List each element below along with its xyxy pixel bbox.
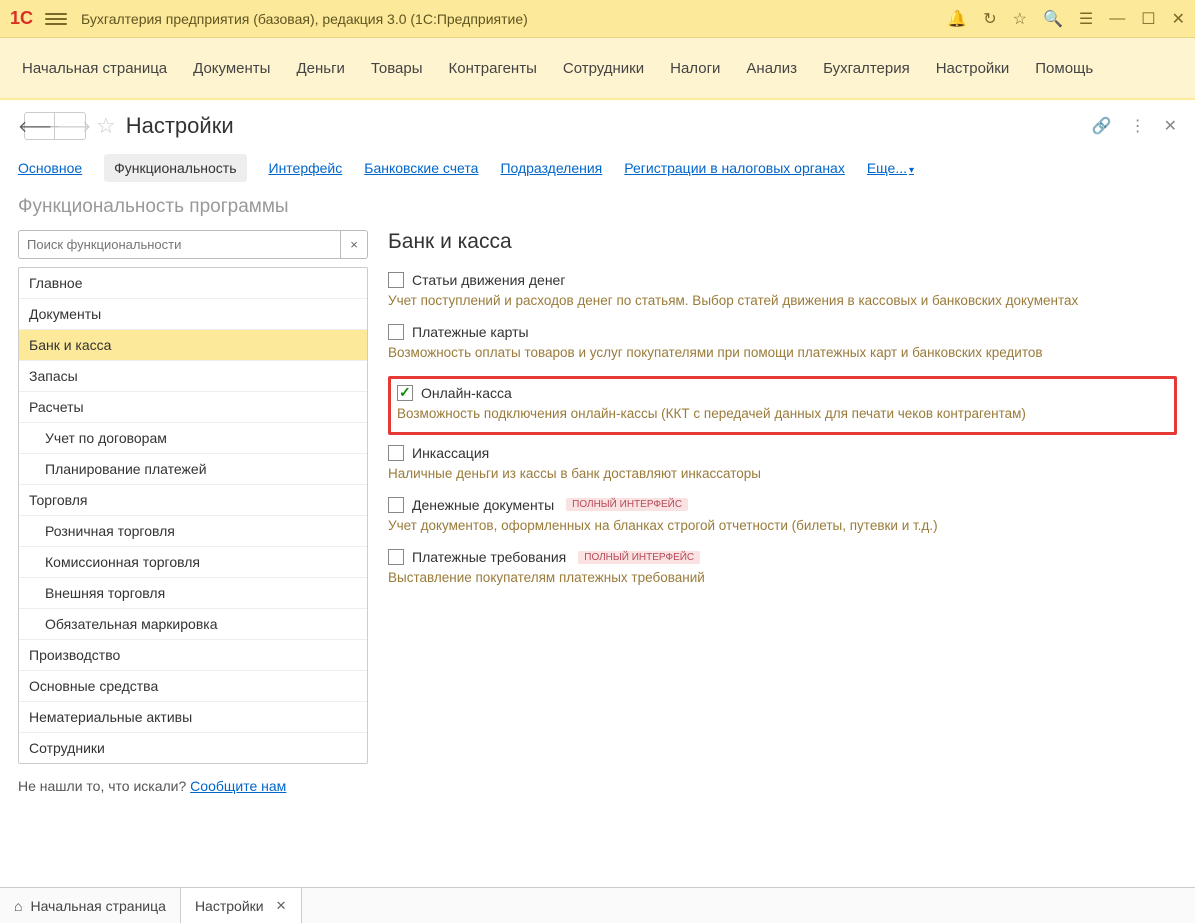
checkbox[interactable] xyxy=(388,497,404,513)
nav-home[interactable]: Начальная страница xyxy=(22,60,167,77)
link-icon[interactable]: 🔗 xyxy=(1092,116,1112,136)
bottom-tabs: ⌂ Начальная страница Настройки ✕ xyxy=(0,887,1195,923)
checkbox[interactable] xyxy=(388,549,404,565)
titlebar: 1C Бухгалтерия предприятия (базовая), ре… xyxy=(0,0,1195,38)
history-icon[interactable]: ↻ xyxy=(983,9,996,29)
tree-item[interactable]: Внешняя торговля xyxy=(19,578,367,609)
setting-label: Платежные карты xyxy=(412,324,529,340)
setting-description: Учет документов, оформленных на бланках … xyxy=(388,517,1177,535)
tree-item[interactable]: Учет по договорам xyxy=(19,423,367,454)
tree-item[interactable]: Комиссионная торговля xyxy=(19,547,367,578)
tree-item[interactable]: Розничная торговля xyxy=(19,516,367,547)
report-link[interactable]: Сообщите нам xyxy=(190,778,286,794)
setting-label: Онлайн-касса xyxy=(421,385,512,401)
section-title: Функциональность программы xyxy=(0,190,1195,230)
setting-item: Инкассация Наличные деньги из кассы в бан… xyxy=(388,445,1177,483)
setting-item: Платежные требования ПОЛНЫЙ ИНТЕРФЕЙС Выст… xyxy=(388,549,1177,587)
checkbox[interactable] xyxy=(397,385,413,401)
page-header: 🡐 🡒 ☆ Настройки 🔗 ⋮ ✕ xyxy=(0,100,1195,150)
setting-item: Денежные документы ПОЛНЫЙ ИНТЕРФЕЙС Учет д… xyxy=(388,497,1177,535)
tab-interface[interactable]: Интерфейс xyxy=(269,160,343,176)
setting-label: Денежные документы xyxy=(412,497,554,513)
star-icon[interactable]: ☆ xyxy=(1013,9,1027,29)
setting-description: Учет поступлений и расходов денег по ста… xyxy=(388,292,1177,310)
setting-description: Возможность подключения онлайн-кассы (КК… xyxy=(397,405,1166,423)
right-panel-title: Банк и касса xyxy=(388,230,1177,254)
page-title: Настройки xyxy=(126,113,1092,139)
tree-item[interactable]: Планирование платежей xyxy=(19,454,367,485)
nav-settings[interactable]: Настройки xyxy=(936,60,1010,77)
checkbox[interactable] xyxy=(388,272,404,288)
minimize-icon[interactable]: — xyxy=(1109,10,1125,28)
interface-badge: ПОЛНЫЙ ИНТЕРФЕЙС xyxy=(578,551,700,564)
setting-label: Инкассация xyxy=(412,445,489,461)
close-tab-icon[interactable]: ✕ xyxy=(276,898,287,914)
setting-item: Платежные карты Возможность оплаты товаро… xyxy=(388,324,1177,362)
search-input[interactable] xyxy=(18,230,340,259)
bottom-tab-home[interactable]: ⌂ Начальная страница xyxy=(0,888,181,923)
tab-bank-accounts[interactable]: Банковские счета xyxy=(364,160,478,176)
setting-description: Возможность оплаты товаров и услуг покуп… xyxy=(388,344,1177,362)
main-nav: Начальная страница Документы Деньги Това… xyxy=(0,38,1195,100)
tree-item[interactable]: Документы xyxy=(19,299,367,330)
tab-main[interactable]: Основное xyxy=(18,160,82,176)
checkbox[interactable] xyxy=(388,445,404,461)
tree-item[interactable]: Главное xyxy=(19,268,367,299)
close-icon[interactable]: ✕ xyxy=(1172,9,1185,29)
clear-search-button[interactable]: × xyxy=(340,230,368,259)
tab-tax-registrations[interactable]: Регистрации в налоговых органах xyxy=(624,160,845,176)
setting-description: Выставление покупателям платежных требов… xyxy=(388,569,1177,587)
nav-money[interactable]: Деньги xyxy=(296,60,344,77)
app-logo: 1C xyxy=(10,8,33,29)
tree-item[interactable]: Запасы xyxy=(19,361,367,392)
settings-list: Статьи движения денег Учет поступлений и … xyxy=(388,272,1177,587)
nav-taxes[interactable]: Налоги xyxy=(670,60,720,77)
favorite-star-icon[interactable]: ☆ xyxy=(96,113,116,139)
panel-icon[interactable]: ☰ xyxy=(1079,9,1093,29)
tree-item[interactable]: Сотрудники xyxy=(19,733,367,763)
checkbox[interactable] xyxy=(388,324,404,340)
tree-item[interactable]: Основные средства xyxy=(19,671,367,702)
category-tree: ГлавноеДокументыБанк и кассаЗапасыРасчет… xyxy=(18,267,368,764)
setting-label: Платежные требования xyxy=(412,549,566,565)
bell-icon[interactable]: 🔔 xyxy=(947,9,967,29)
nav-analysis[interactable]: Анализ xyxy=(746,60,797,77)
nav-employees[interactable]: Сотрудники xyxy=(563,60,644,77)
close-page-icon[interactable]: ✕ xyxy=(1164,116,1177,136)
setting-description: Наличные деньги из кассы в банк доставля… xyxy=(388,465,1177,483)
tree-item[interactable]: Банк и касса xyxy=(19,330,367,361)
tree-item[interactable]: Обязательная маркировка xyxy=(19,609,367,640)
nav-goods[interactable]: Товары xyxy=(371,60,423,77)
search-icon[interactable]: 🔍 xyxy=(1043,9,1063,29)
nav-accounting[interactable]: Бухгалтерия xyxy=(823,60,910,77)
tab-subdivisions[interactable]: Подразделения xyxy=(500,160,602,176)
tree-item[interactable]: Нематериальные активы xyxy=(19,702,367,733)
nav-counterparties[interactable]: Контрагенты xyxy=(449,60,537,77)
interface-badge: ПОЛНЫЙ ИНТЕРФЕЙС xyxy=(566,498,688,511)
tabs-row: Основное Функциональность Интерфейс Банк… xyxy=(0,150,1195,190)
forward-button[interactable]: 🡒 xyxy=(55,113,85,139)
nav-documents[interactable]: Документы xyxy=(193,60,270,77)
tab-functionality[interactable]: Функциональность xyxy=(104,154,246,182)
tabs-more[interactable]: Еще... xyxy=(867,160,914,176)
bottom-tab-settings[interactable]: Настройки ✕ xyxy=(181,888,302,923)
kebab-icon[interactable]: ⋮ xyxy=(1130,116,1146,136)
menu-icon[interactable] xyxy=(45,8,67,30)
tree-item[interactable]: Торговля xyxy=(19,485,367,516)
tree-item[interactable]: Расчеты xyxy=(19,392,367,423)
window-title: Бухгалтерия предприятия (базовая), редак… xyxy=(81,11,947,27)
maximize-icon[interactable]: ☐ xyxy=(1141,9,1155,29)
setting-item: Статьи движения денег Учет поступлений и … xyxy=(388,272,1177,310)
setting-item: Онлайн-касса Возможность подключения онла… xyxy=(388,376,1177,434)
setting-label: Статьи движения денег xyxy=(412,272,565,288)
home-icon: ⌂ xyxy=(14,898,22,914)
tree-item[interactable]: Производство xyxy=(19,640,367,671)
footnote: Не нашли то, что искали? Сообщите нам xyxy=(18,764,368,794)
nav-help[interactable]: Помощь xyxy=(1035,60,1093,77)
